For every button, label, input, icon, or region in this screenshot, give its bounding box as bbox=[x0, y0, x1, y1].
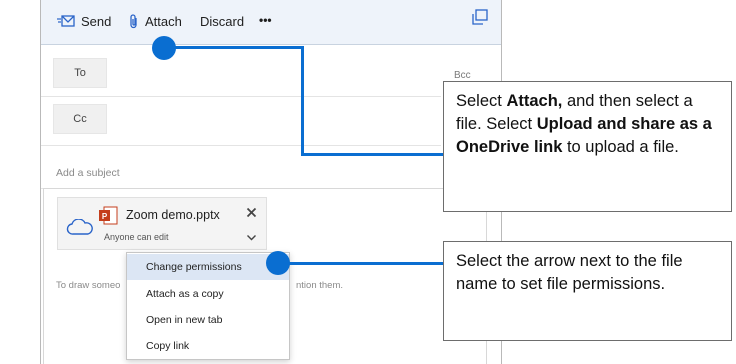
menu-item-label: Change permissions bbox=[146, 261, 242, 273]
to-button[interactable]: To bbox=[53, 58, 107, 88]
callout-text: Select bbox=[456, 92, 507, 110]
menu-item-label: Open in new tab bbox=[146, 314, 223, 326]
compose-toolbar: Send Attach Discard ••• bbox=[41, 0, 501, 45]
body-hint-right: ntion them. bbox=[296, 280, 343, 291]
onedrive-cloud-icon bbox=[66, 219, 93, 235]
callout-attach: Select Attach, and then select a file. S… bbox=[443, 81, 732, 212]
popout-icon bbox=[472, 9, 488, 25]
callout-bold-text: Attach, bbox=[506, 92, 563, 110]
connector-line bbox=[164, 46, 304, 49]
menu-item-attach-as-copy[interactable]: Attach as a copy bbox=[127, 281, 289, 307]
cc-button[interactable]: Cc bbox=[53, 104, 107, 134]
cc-label: Cc bbox=[73, 113, 87, 125]
subject-input[interactable]: Add a subject bbox=[56, 167, 120, 179]
discard-label: Discard bbox=[200, 14, 245, 29]
more-options-button[interactable]: ••• bbox=[259, 13, 272, 27]
to-label: To bbox=[74, 67, 86, 79]
connector-line bbox=[278, 262, 444, 265]
paperclip-icon bbox=[130, 14, 137, 29]
attach-label: Attach bbox=[145, 14, 182, 29]
attachment-options-menu: Change permissions Attach as a copy Open… bbox=[126, 252, 290, 360]
send-icon bbox=[57, 15, 75, 27]
menu-item-label: Copy link bbox=[146, 340, 190, 352]
chevron-down-icon[interactable] bbox=[246, 234, 257, 242]
popout-button[interactable] bbox=[472, 9, 488, 25]
attach-button[interactable]: Attach bbox=[129, 14, 182, 29]
connector-line bbox=[301, 46, 304, 155]
callout-arrow: Select the arrow next to the file name t… bbox=[443, 241, 732, 341]
attachment-card[interactable]: P Zoom demo.pptx Anyone can edit bbox=[57, 197, 267, 250]
body-hint-left: To draw someo bbox=[56, 280, 121, 291]
bcc-button[interactable]: Bcc bbox=[454, 70, 471, 81]
menu-item-change-permissions[interactable]: Change permissions bbox=[127, 254, 289, 280]
divider bbox=[41, 96, 441, 97]
connector-line bbox=[301, 153, 443, 156]
powerpoint-file-icon: P bbox=[99, 206, 118, 225]
menu-item-copy-link[interactable]: Copy link bbox=[127, 333, 289, 359]
discard-button[interactable]: Discard bbox=[200, 14, 244, 29]
marker-dot bbox=[152, 36, 176, 60]
subject-placeholder: Add a subject bbox=[56, 167, 120, 179]
callout-text: Select the arrow next to the file name t… bbox=[456, 252, 683, 293]
menu-item-open-in-new-tab[interactable]: Open in new tab bbox=[127, 307, 289, 333]
menu-item-label: Attach as a copy bbox=[146, 288, 224, 300]
marker-dot bbox=[266, 251, 290, 275]
callout-text: to upload a file. bbox=[562, 138, 679, 156]
more-label: ••• bbox=[259, 13, 272, 27]
bcc-label: Bcc bbox=[454, 70, 471, 81]
attachment-permission: Anyone can edit bbox=[104, 232, 169, 242]
svg-text:P: P bbox=[102, 212, 108, 221]
send-button[interactable]: Send bbox=[57, 14, 111, 29]
attachment-file-name: Zoom demo.pptx bbox=[126, 208, 220, 222]
send-label: Send bbox=[81, 14, 112, 29]
remove-attachment-icon[interactable] bbox=[246, 207, 257, 218]
divider bbox=[41, 145, 441, 146]
